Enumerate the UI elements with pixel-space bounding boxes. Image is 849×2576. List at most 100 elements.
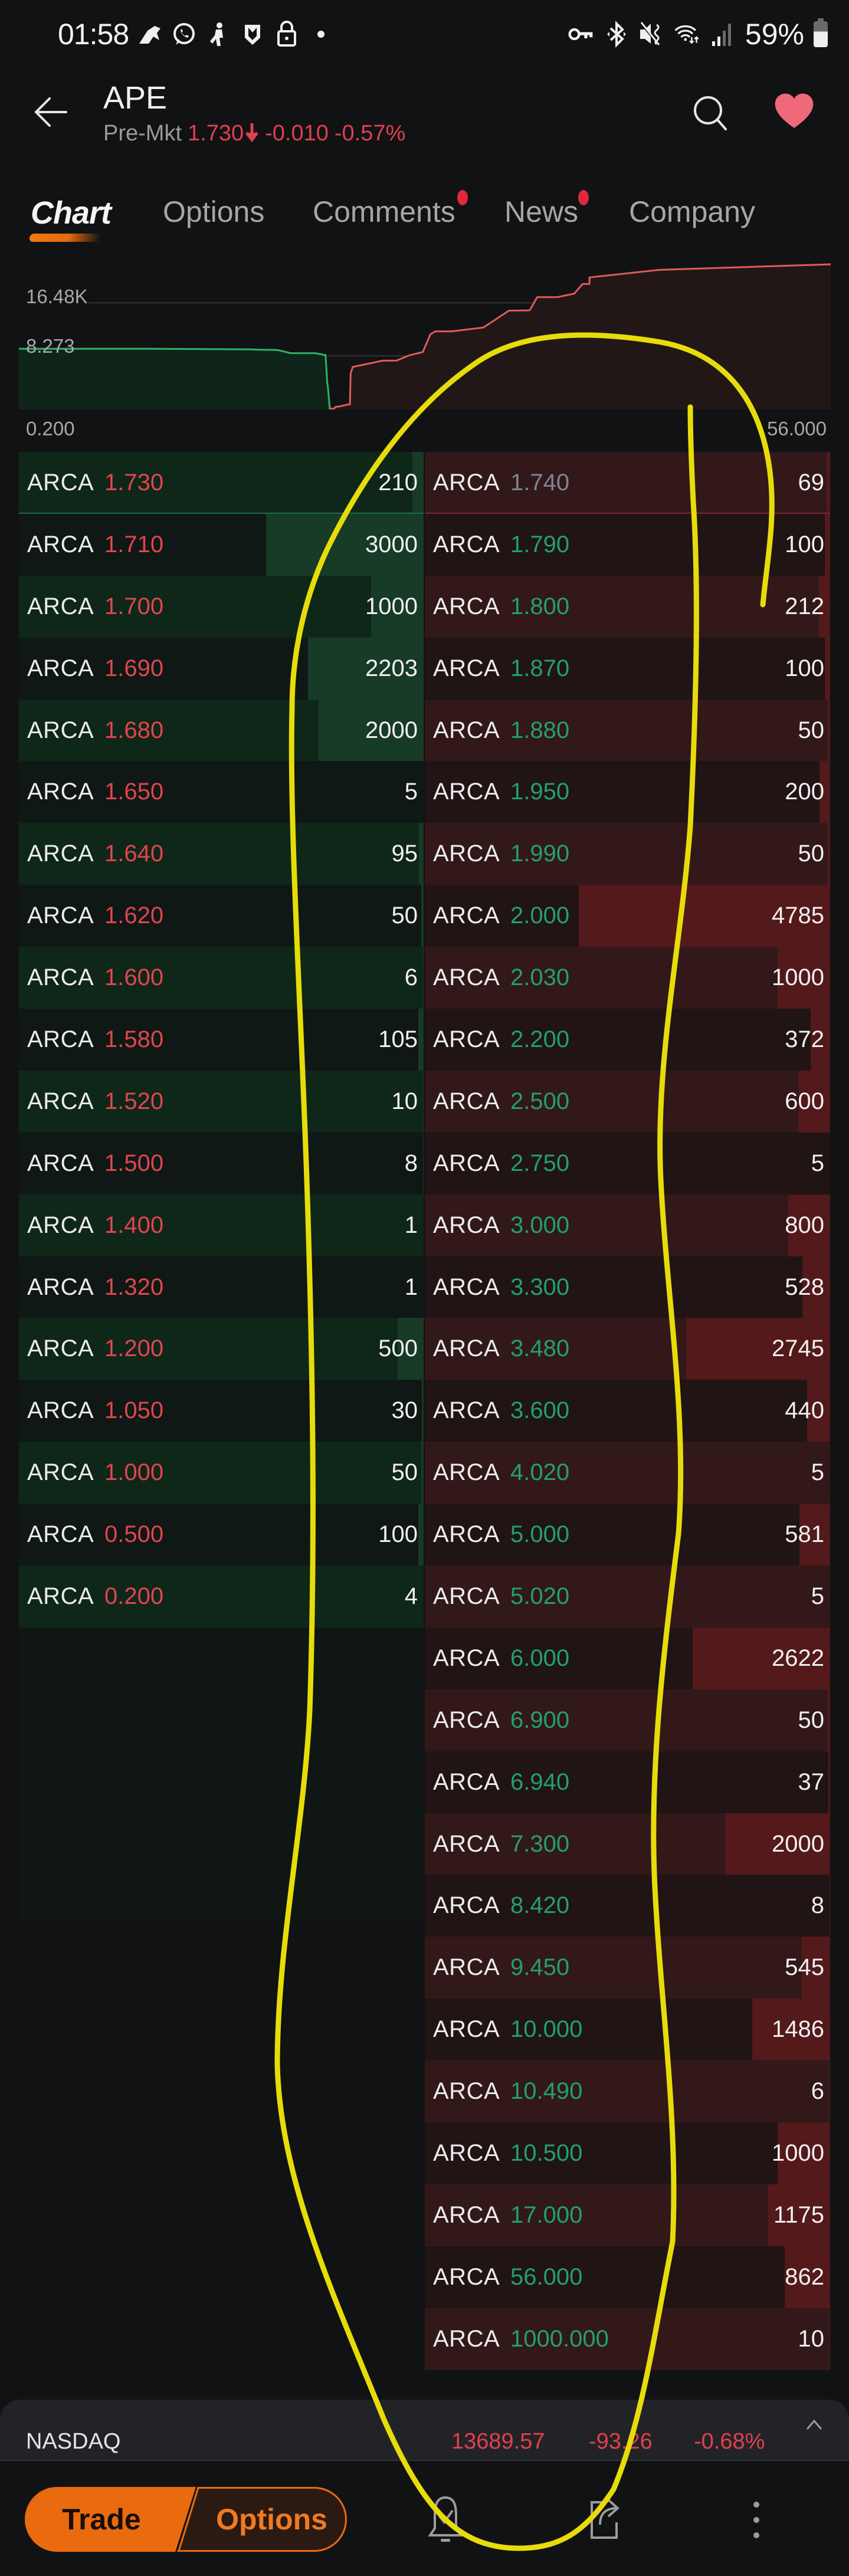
- ask-row[interactable]: ARCA 3.600 440: [425, 1380, 830, 1442]
- bid-depth-bar: [418, 823, 424, 885]
- ask-row[interactable]: ARCA 7.300 2000: [425, 1813, 830, 1875]
- expand-button[interactable]: [801, 2413, 827, 2436]
- ask-row[interactable]: ARCA 8.420 8: [425, 1875, 830, 1937]
- ask-exchange: ARCA: [433, 1335, 500, 1362]
- bid-row[interactable]: ARCA 1.500 8: [19, 1132, 424, 1195]
- arrow-down-icon: [245, 123, 259, 143]
- ask-size: 862: [785, 2263, 824, 2290]
- ask-price: 2.750: [510, 1150, 570, 1176]
- ask-row[interactable]: ARCA 3.000 800: [425, 1194, 830, 1256]
- bid-row[interactable]: ARCA 1.710 3000: [19, 513, 424, 576]
- bid-row[interactable]: ARCA 1.700 1000: [19, 575, 424, 638]
- ask-row[interactable]: ARCA 56.000 862: [425, 2246, 830, 2308]
- ask-row[interactable]: ARCA 1.990 50: [425, 823, 830, 885]
- bid-row[interactable]: ARCA 1.520 10: [19, 1070, 424, 1133]
- ask-row[interactable]: ARCA 6.000 2622: [425, 1627, 830, 1689]
- heart-icon: [775, 93, 814, 128]
- ask-price: 7.300: [510, 1830, 570, 1857]
- ask-price: 2.030: [510, 964, 570, 991]
- bid-row[interactable]: ARCA 0.500 100: [19, 1504, 424, 1566]
- ask-row[interactable]: ARCA 17.000 1175: [425, 2184, 830, 2246]
- ask-row[interactable]: ARCA 3.300 528: [425, 1256, 830, 1318]
- ask-price: 10.490: [510, 2078, 583, 2105]
- share-button[interactable]: [581, 2492, 628, 2548]
- bid-size: 2000: [365, 717, 418, 743]
- search-icon: [694, 96, 727, 130]
- bid-row[interactable]: ARCA 1.650 5: [19, 761, 424, 823]
- ask-row[interactable]: ARCA 6.900 50: [425, 1689, 830, 1751]
- ask-row[interactable]: ARCA 2.030 1000: [425, 947, 830, 1009]
- ask-row[interactable]: ARCA 1.790 100: [425, 513, 830, 576]
- bid-size: 500: [378, 1335, 418, 1362]
- search-button[interactable]: [690, 93, 732, 134]
- ask-exchange: ARCA: [433, 964, 500, 991]
- bid-row[interactable]: ARCA 1.690 2203: [19, 637, 424, 700]
- back-button[interactable]: [31, 91, 72, 133]
- bid-row[interactable]: ARCA 1.000 50: [19, 1442, 424, 1504]
- price-alert-button[interactable]: [422, 2492, 469, 2548]
- tab-options[interactable]: Options: [163, 195, 264, 229]
- ask-price: 3.300: [510, 1274, 570, 1300]
- bid-row[interactable]: ARCA 1.400 1: [19, 1194, 424, 1256]
- ask-price: 1.870: [510, 655, 570, 681]
- bid-row[interactable]: ARCA 1.680 2000: [19, 699, 424, 762]
- ticker-symbol: APE: [103, 80, 168, 116]
- ask-row[interactable]: ARCA 2.750 5: [425, 1132, 830, 1195]
- ask-row[interactable]: ARCA 10.500 1000: [425, 2122, 830, 2184]
- ask-row[interactable]: ARCA 1000.000 10: [425, 2308, 830, 2370]
- ask-row[interactable]: ARCA 2.200 372: [425, 1009, 830, 1071]
- favorite-button[interactable]: [773, 91, 815, 134]
- tab-company[interactable]: Company: [629, 195, 755, 229]
- bid-row[interactable]: ARCA 1.050 30: [19, 1380, 424, 1442]
- bid-exchange: ARCA: [27, 469, 94, 495]
- ask-size: 50: [798, 1707, 825, 1733]
- bid-depth-bar: [421, 1442, 424, 1504]
- ask-row[interactable]: ARCA 3.480 2745: [425, 1318, 830, 1380]
- bid-row[interactable]: ARCA 1.620 50: [19, 885, 424, 947]
- ask-row[interactable]: ARCA 10.000 1486: [425, 1999, 830, 2061]
- ask-price: 6.000: [510, 1645, 570, 1671]
- depth-chart[interactable]: 16.48K 8.273 0.200 56.000: [0, 236, 849, 448]
- more-button[interactable]: [739, 2492, 774, 2548]
- bid-price: 0.200: [104, 1583, 164, 1609]
- tab-chart[interactable]: Chart: [31, 195, 112, 231]
- ask-row[interactable]: ARCA 1.950 200: [425, 761, 830, 823]
- aviation-app-icon: [137, 21, 163, 47]
- ask-row[interactable]: ARCA 2.500 600: [425, 1070, 830, 1133]
- ask-row[interactable]: ARCA 9.450 545: [425, 1937, 830, 1999]
- ask-row[interactable]: ARCA 5.000 581: [425, 1504, 830, 1566]
- ask-exchange: ARCA: [433, 531, 500, 557]
- bid-row[interactable]: ARCA 1.320 1: [19, 1256, 424, 1318]
- ask-exchange: ARCA: [433, 1583, 500, 1609]
- ask-exchange: ARCA: [433, 1088, 500, 1114]
- bid-price: 1.200: [104, 1335, 164, 1362]
- ask-row[interactable]: ARCA 2.000 4785: [425, 885, 830, 947]
- bid-row[interactable]: ARCA 1.580 105: [19, 1009, 424, 1071]
- ask-row[interactable]: ARCA 1.880 50: [425, 699, 830, 762]
- ask-row[interactable]: ARCA 5.020 5: [425, 1566, 830, 1627]
- bid-size: 1: [404, 1212, 418, 1238]
- back-arrow-icon: [34, 97, 67, 127]
- index-ticker-bar[interactable]: NASDAQ 13689.57 -93.26 -0.68%: [0, 2400, 849, 2461]
- trade-button[interactable]: Trade: [25, 2487, 196, 2552]
- bid-row[interactable]: ARCA 0.200 4: [19, 1566, 424, 1627]
- ask-price: 2.000: [510, 903, 570, 929]
- bid-size: 5: [404, 779, 418, 805]
- options-button[interactable]: Options: [177, 2487, 347, 2552]
- ask-exchange: ARCA: [433, 1274, 500, 1300]
- bid-row[interactable]: ARCA 1.640 95: [19, 823, 424, 885]
- ask-size: 1175: [773, 2201, 824, 2228]
- bid-row[interactable]: ARCA 1.730 210: [19, 452, 424, 514]
- tab-news[interactable]: News: [504, 195, 578, 229]
- ask-row[interactable]: ARCA 1.870 100: [425, 637, 830, 700]
- bid-row[interactable]: ARCA 1.600 6: [19, 947, 424, 1009]
- tab-comments[interactable]: Comments: [313, 195, 455, 229]
- ask-row[interactable]: ARCA 6.940 37: [425, 1751, 830, 1813]
- ask-row[interactable]: ARCA 1.740 69: [425, 452, 830, 514]
- ask-row[interactable]: ARCA 1.800 212: [425, 575, 830, 638]
- ask-price: 10.500: [510, 2139, 583, 2166]
- ask-row[interactable]: ARCA 4.020 5: [425, 1442, 830, 1504]
- ask-exchange: ARCA: [433, 841, 500, 867]
- bid-row[interactable]: ARCA 1.200 500: [19, 1318, 424, 1380]
- ask-row[interactable]: ARCA 10.490 6: [425, 2060, 830, 2123]
